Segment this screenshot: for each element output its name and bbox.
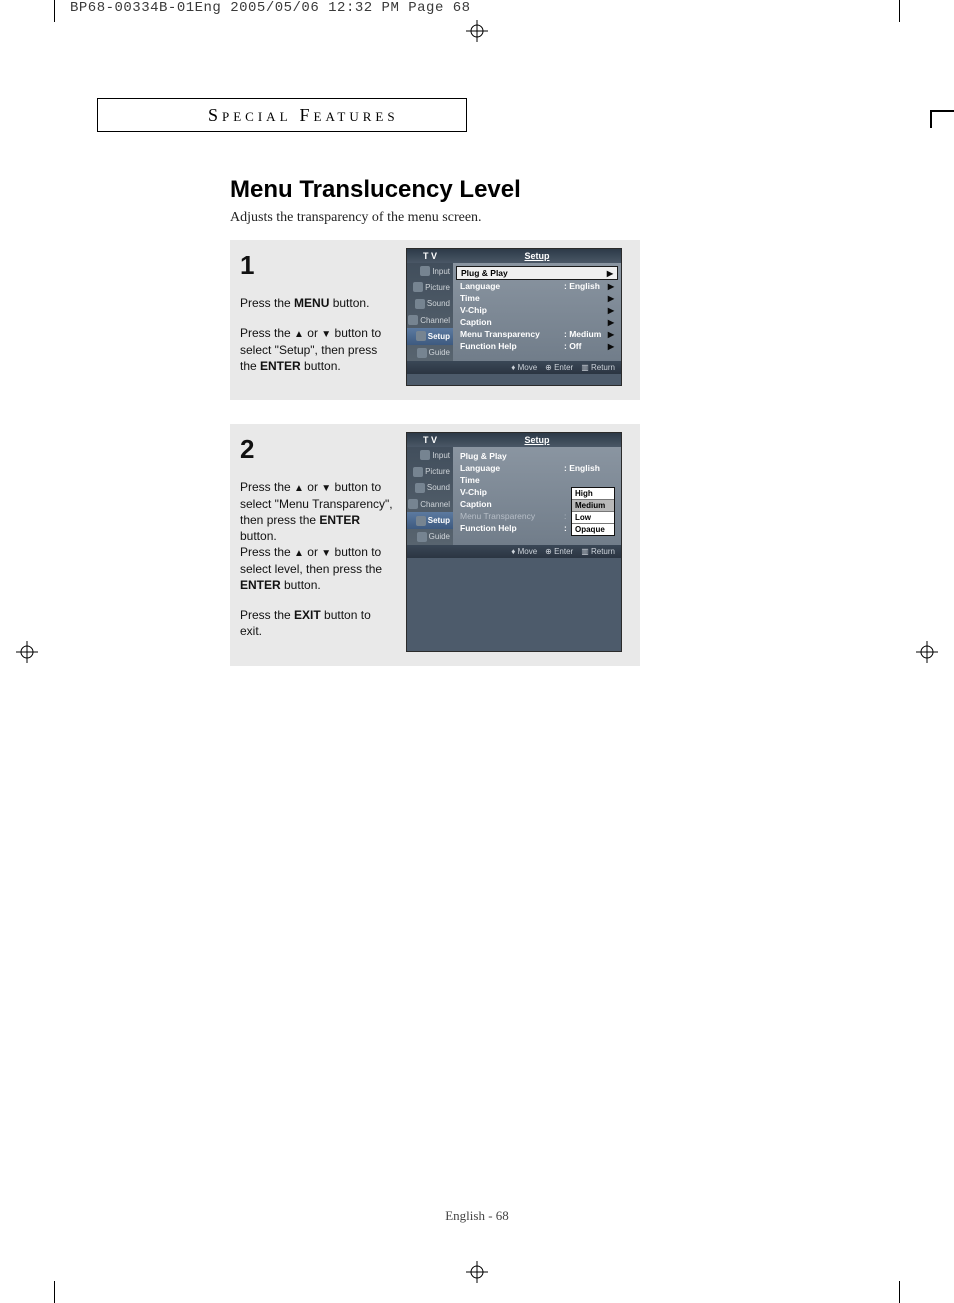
crop-mark (54, 1281, 55, 1303)
nav-icon (420, 450, 430, 460)
osd-foot-enter: ⊕ Enter (545, 547, 573, 556)
osd-popup-item: High (572, 488, 614, 500)
registration-mark-icon (916, 641, 938, 663)
step-number: 2 (240, 432, 394, 467)
osd-header-left: T V (407, 249, 453, 263)
osd-option-row: Plug & Play▶ (456, 266, 618, 280)
crop-mark (899, 0, 900, 22)
osd-popup-item: Opaque (572, 524, 614, 535)
osd-panel: Plug & PlayLanguage: EnglishTimeV-ChipCa… (453, 447, 621, 545)
osd-foot-return: ▥ Return (581, 363, 615, 372)
print-slug: BP68-00334B-01Eng 2005/05/06 12:32 PM Pa… (70, 0, 471, 16)
osd-nav-item: Setup (407, 512, 453, 528)
osd-option-row: Function Help: Off▶ (456, 340, 618, 352)
nav-icon (416, 331, 426, 341)
nav-icon (415, 299, 425, 309)
osd-nav: InputPictureSoundChannelSetupGuide (407, 447, 453, 545)
osd-nav: InputPictureSoundChannelSetupGuide (407, 263, 453, 361)
osd-popup-item: Medium (572, 500, 614, 512)
osd-screenshot: T V Setup InputPictureSoundChannelSetupG… (406, 432, 622, 651)
osd-option-row: Language: English (456, 462, 618, 474)
osd-nav-item: Input (407, 447, 453, 463)
registration-mark-icon (466, 1261, 488, 1283)
osd-header-left: T V (407, 433, 453, 447)
osd-nav-item: Channel (407, 312, 453, 328)
osd-footer: ♦ Move ⊕ Enter ▥ Return (407, 361, 621, 374)
step-text: 2 Press the ▲ or ▼ button to select "Men… (240, 432, 394, 651)
osd-header: T V Setup (407, 433, 621, 447)
osd-option-row: V-Chip▶ (456, 304, 618, 316)
osd-nav-item: Guide (407, 345, 453, 361)
osd-option-row: Language: English▶ (456, 280, 618, 292)
osd-nav-item: Setup (407, 328, 453, 344)
registration-mark-icon (466, 20, 488, 42)
osd-option-row: Plug & Play (456, 450, 618, 462)
crop-mark (899, 1281, 900, 1303)
osd-option-row: Time▶ (456, 292, 618, 304)
osd-foot-enter: ⊕ Enter (545, 363, 573, 372)
nav-icon (408, 315, 418, 325)
nav-icon (413, 467, 423, 477)
osd-nav-item: Input (407, 263, 453, 279)
osd-nav-item: Sound (407, 296, 453, 312)
instruction-text: Press the MENU button. (240, 295, 394, 311)
nav-icon (420, 266, 430, 276)
step-text: 1 Press the MENU button. Press the ▲ or … (240, 248, 394, 386)
osd-nav-item: Sound (407, 480, 453, 496)
page-footer: English - 68 (0, 1208, 954, 1224)
osd-foot-move: ♦ Move (511, 547, 537, 556)
section-header: SPECIAL FEATURES (97, 98, 467, 132)
page-subtitle: Adjusts the transparency of the menu scr… (230, 210, 640, 226)
nav-icon (415, 483, 425, 493)
osd-header: T V Setup (407, 249, 621, 263)
osd-option-row: Caption▶ (456, 316, 618, 328)
instruction-text: Press the EXIT button to exit. (240, 607, 394, 639)
osd-nav-item: Picture (407, 279, 453, 295)
osd-panel: Plug & Play▶Language: English▶Time▶V-Chi… (453, 263, 621, 361)
crop-mark (54, 0, 55, 22)
nav-icon (413, 282, 423, 292)
osd-nav-item: Picture (407, 463, 453, 479)
osd-foot-move: ♦ Move (511, 363, 537, 372)
section-header-text: SPECIAL FEATURES (208, 105, 399, 126)
osd-option-row: Time (456, 474, 618, 486)
osd-header-right: Setup (453, 433, 621, 447)
osd-nav-item: Channel (407, 496, 453, 512)
nav-icon (417, 532, 427, 542)
osd-nav-item: Guide (407, 529, 453, 545)
osd-screenshot: T V Setup InputPictureSoundChannelSetupG… (406, 248, 622, 386)
osd-popup-item: Low (572, 512, 614, 524)
osd-foot-return: ▥ Return (581, 547, 615, 556)
osd-header-right: Setup (453, 249, 621, 263)
crop-mark (930, 110, 954, 128)
osd-footer: ♦ Move ⊕ Enter ▥ Return (407, 545, 621, 558)
nav-icon (417, 348, 427, 358)
nav-icon (408, 499, 418, 509)
instruction-text: Press the ▲ or ▼ button to select "Setup… (240, 325, 394, 374)
step-number: 1 (240, 248, 394, 283)
registration-mark-icon (16, 641, 38, 663)
page-title: Menu Translucency Level (230, 176, 640, 204)
instruction-text: Press the ▲ or ▼ button to select "Menu … (240, 479, 394, 593)
osd-popup: HighMediumLowOpaque (571, 487, 615, 536)
osd-option-row: Menu Transparency: Medium▶ (456, 328, 618, 340)
step-block: 1 Press the MENU button. Press the ▲ or … (230, 240, 640, 400)
nav-icon (416, 516, 426, 526)
step-block: 2 Press the ▲ or ▼ button to select "Men… (230, 424, 640, 665)
